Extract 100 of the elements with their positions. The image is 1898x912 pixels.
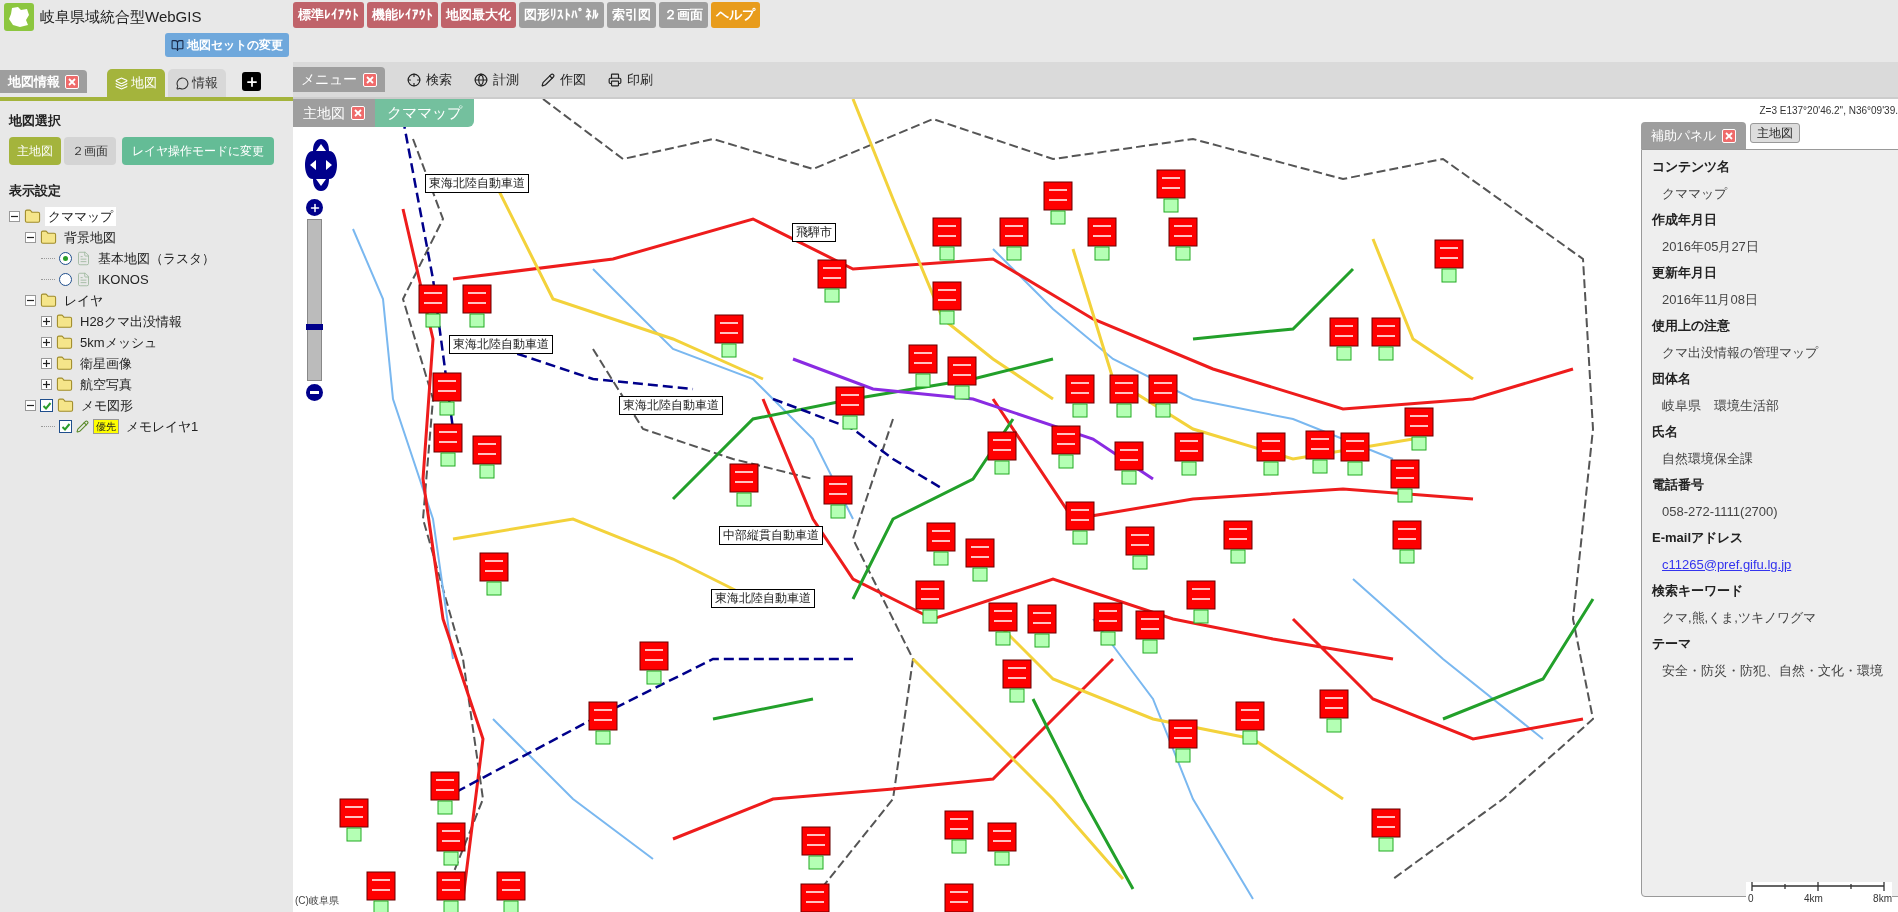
marker-icon[interactable] — [946, 356, 977, 401]
marker-icon[interactable] — [1156, 168, 1186, 213]
marker-icon[interactable] — [1234, 701, 1265, 746]
marker-icon[interactable] — [998, 217, 1029, 261]
marker-icon[interactable] — [964, 537, 995, 582]
marker-icon[interactable] — [944, 810, 975, 855]
marker-icon[interactable] — [1222, 519, 1253, 564]
expand-icon[interactable] — [41, 379, 52, 390]
expand-icon[interactable] — [41, 358, 52, 369]
marker-icon[interactable] — [1065, 374, 1096, 419]
marker-icon[interactable] — [915, 580, 946, 625]
tree-item[interactable]: 背景地図 — [61, 227, 119, 248]
marker-icon[interactable] — [472, 434, 503, 479]
marker-icon[interactable] — [433, 422, 464, 467]
marker-icon[interactable] — [817, 259, 848, 304]
header-button[interactable]: 地図最大化 — [441, 2, 516, 28]
tree-item[interactable]: IKONOS — [95, 269, 152, 290]
marker-icon[interactable] — [1087, 217, 1117, 261]
tree-item[interactable]: クママップ — [45, 206, 116, 227]
collapse-icon[interactable] — [25, 400, 36, 411]
marker-icon[interactable] — [987, 601, 1018, 646]
marker-icon[interactable] — [1371, 807, 1402, 852]
radio-button[interactable] — [59, 252, 72, 265]
marker-icon[interactable] — [1304, 430, 1335, 475]
menu-item[interactable]: 印刷 — [608, 69, 653, 90]
marker-icon[interactable] — [1392, 519, 1423, 564]
marker-icon[interactable] — [1434, 238, 1465, 283]
aux-panel-map-button[interactable]: 主地図 — [1750, 123, 1800, 143]
marker-icon[interactable] — [1108, 374, 1139, 419]
tree-item[interactable]: 航空写真 — [77, 374, 135, 395]
collapse-icon[interactable] — [25, 295, 36, 306]
marker-icon[interactable] — [823, 474, 854, 519]
marker-icon[interactable] — [932, 281, 963, 326]
marker-icon[interactable] — [639, 640, 670, 685]
collapse-icon[interactable] — [25, 232, 36, 243]
tree-item[interactable]: H28クマ出没情報 — [77, 311, 185, 332]
collapse-icon[interactable] — [9, 211, 20, 222]
marker-icon[interactable] — [986, 822, 1017, 867]
tree-item[interactable]: 基本地図（ラスタ） — [95, 248, 218, 269]
tree-item[interactable]: メモ図形 — [78, 395, 136, 416]
marker-icon[interactable] — [1319, 689, 1350, 734]
menu-item[interactable]: 作図 — [541, 69, 586, 90]
marker-icon[interactable] — [926, 522, 957, 567]
marker-icon[interactable] — [429, 771, 460, 816]
pan-control-icon[interactable] — [303, 137, 339, 193]
checkbox[interactable] — [40, 399, 53, 412]
marker-icon[interactable] — [1371, 317, 1402, 362]
panel-tab[interactable]: 情報 — [168, 69, 226, 97]
add-button[interactable] — [242, 72, 261, 91]
menu-item[interactable]: 検索 — [407, 69, 452, 90]
marker-icon[interactable] — [1050, 425, 1081, 470]
email-link[interactable]: c11265@pref.gifu.lg.jp — [1652, 554, 1792, 574]
marker-icon[interactable] — [714, 313, 745, 358]
marker-icon[interactable] — [1340, 432, 1370, 477]
marker-icon[interactable] — [338, 798, 369, 843]
marker-icon[interactable] — [1093, 601, 1124, 646]
marker-icon[interactable] — [986, 431, 1017, 476]
close-icon[interactable] — [363, 72, 377, 87]
radio-button[interactable] — [59, 273, 72, 286]
marker-icon[interactable] — [435, 822, 466, 867]
menu-item[interactable]: 計測 — [474, 69, 519, 90]
marker-icon[interactable] — [435, 870, 466, 912]
marker-icon[interactable] — [1135, 610, 1166, 655]
marker-icon[interactable] — [835, 386, 866, 431]
marker-icon[interactable] — [1065, 501, 1096, 546]
zoom-slider-thumb[interactable] — [306, 324, 323, 330]
close-icon[interactable] — [351, 106, 365, 120]
marker-icon[interactable] — [1002, 658, 1033, 703]
close-icon[interactable] — [1722, 128, 1736, 143]
marker-icon[interactable] — [728, 462, 759, 507]
marker-icon[interactable] — [462, 283, 493, 328]
header-button[interactable]: 機能ﾚｲｱｳﾄ — [367, 2, 438, 28]
marker-icon[interactable] — [1113, 440, 1144, 485]
marker-icon[interactable] — [1186, 580, 1217, 625]
marker-icon[interactable] — [1404, 407, 1435, 452]
marker-icon[interactable] — [801, 825, 832, 870]
expand-icon[interactable] — [41, 337, 52, 348]
marker-icon[interactable] — [907, 344, 938, 389]
zoom-in-button[interactable] — [306, 199, 323, 216]
tree-item[interactable]: 衛星画像 — [77, 353, 135, 374]
marker-icon[interactable] — [932, 217, 963, 261]
marker-icon[interactable] — [365, 870, 396, 912]
marker-icon[interactable] — [1147, 374, 1178, 419]
marker-icon[interactable] — [1329, 317, 1360, 362]
marker-icon[interactable] — [944, 882, 975, 912]
marker-icon[interactable] — [1124, 525, 1155, 570]
marker-icon[interactable] — [496, 870, 527, 912]
marker-icon[interactable] — [588, 701, 619, 746]
header-button[interactable]: 標準ﾚｲｱｳﾄ — [293, 2, 364, 28]
marker-icon[interactable] — [800, 882, 831, 912]
close-icon[interactable] — [65, 74, 79, 89]
map-select-button[interactable]: ２画面 — [64, 136, 116, 165]
marker-icon[interactable] — [432, 371, 463, 416]
tree-item[interactable]: レイヤ — [61, 290, 106, 311]
zoom-out-button[interactable] — [306, 384, 323, 401]
checkbox[interactable] — [59, 420, 72, 433]
marker-icon[interactable] — [1043, 180, 1074, 225]
tree-item[interactable]: 5kmメッシュ — [77, 332, 160, 353]
marker-icon[interactable] — [1389, 459, 1420, 504]
marker-icon[interactable] — [1256, 432, 1287, 477]
